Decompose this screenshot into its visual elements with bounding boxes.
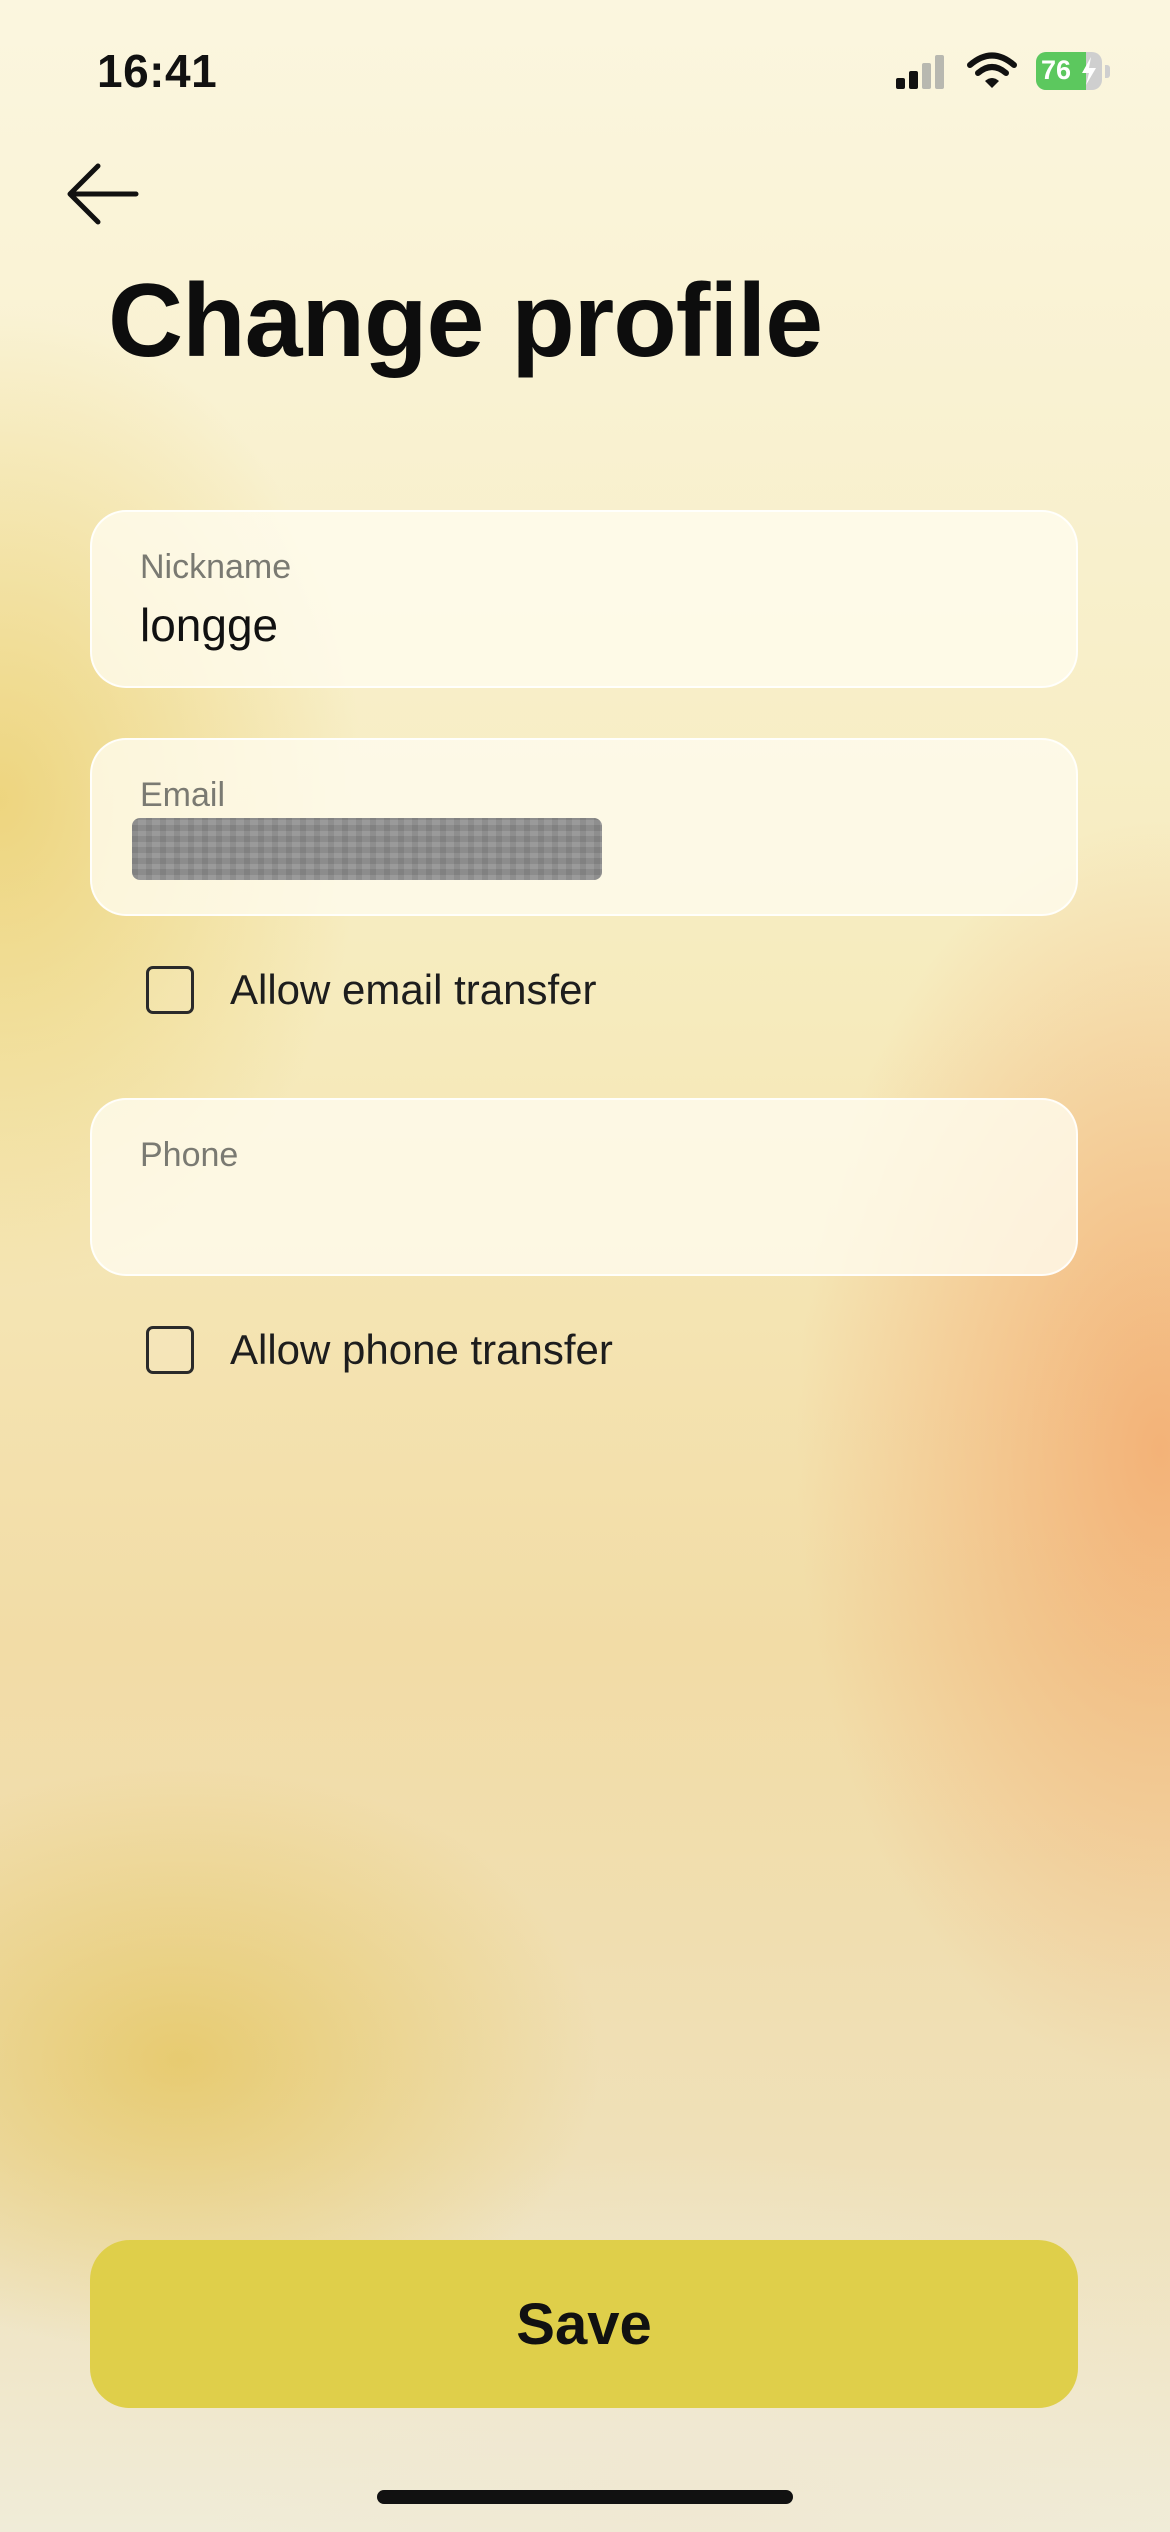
- nickname-field[interactable]: Nickname longge: [90, 510, 1078, 688]
- nickname-label: Nickname: [140, 548, 292, 586]
- phone-label: Phone: [140, 1136, 239, 1174]
- email-field[interactable]: Email: [90, 738, 1078, 916]
- status-bar: 16:41 76: [0, 0, 1170, 140]
- email-value-redacted: [132, 818, 602, 880]
- phone-transfer-checkbox[interactable]: [146, 1326, 194, 1374]
- email-transfer-label: Allow email transfer: [230, 966, 597, 1013]
- home-indicator[interactable]: [377, 2490, 793, 2504]
- phone-transfer-checkbox-row[interactable]: Allow phone transfer: [146, 1322, 613, 1378]
- signal-icon: [896, 55, 944, 89]
- battery-cap: [1105, 64, 1110, 78]
- wifi-icon: [967, 52, 1017, 88]
- page-title: Change profile: [108, 263, 823, 379]
- phone-transfer-label: Allow phone transfer: [230, 1326, 613, 1373]
- phone-field[interactable]: Phone: [90, 1098, 1078, 1276]
- battery-icon: 76: [1036, 52, 1102, 90]
- save-button[interactable]: Save: [90, 2240, 1078, 2408]
- status-time: 16:41: [97, 45, 218, 97]
- charging-bolt-icon: [1082, 57, 1096, 85]
- email-transfer-checkbox-row[interactable]: Allow email transfer: [146, 962, 596, 1018]
- email-transfer-checkbox[interactable]: [146, 966, 194, 1014]
- arrow-left-icon: [67, 163, 139, 225]
- nickname-value: longge: [140, 599, 279, 651]
- back-button[interactable]: [62, 158, 142, 230]
- status-icons: 76: [894, 52, 1110, 90]
- email-label: Email: [140, 776, 226, 814]
